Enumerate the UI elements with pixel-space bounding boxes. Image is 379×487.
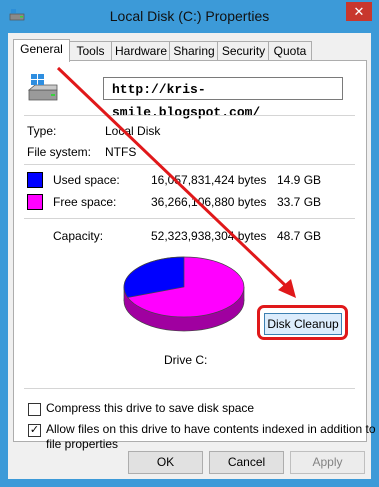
ok-button[interactable]: OK	[128, 451, 203, 474]
local-disk-icon	[27, 74, 58, 101]
index-label-line1: Allow files on this drive to have conten…	[46, 422, 376, 436]
dialog-client: General Tools Hardware Sharing Security …	[8, 33, 376, 479]
close-button[interactable]: ✕	[346, 2, 372, 21]
used-space-label: Used space:	[53, 173, 120, 187]
free-space-size: 33.7 GB	[277, 195, 322, 209]
used-space-size: 14.9 GB	[277, 173, 322, 187]
used-space-swatch	[27, 172, 43, 188]
cancel-button[interactable]: Cancel	[209, 451, 284, 474]
volume-name-input[interactable]: http://kris-smile.blogspot.com/	[103, 77, 343, 120]
tab-hardware[interactable]: Hardware	[111, 41, 171, 61]
used-space-bytes: 16,057,831,424 bytes	[151, 173, 267, 187]
tab-tools[interactable]: Tools	[68, 41, 113, 61]
apply-button[interactable]: Apply	[290, 451, 365, 474]
compress-label: Compress this drive to save disk space	[46, 401, 255, 415]
divider	[24, 115, 355, 116]
tab-quota[interactable]: Quota	[268, 41, 312, 61]
capacity-size: 48.7 GB	[277, 229, 322, 243]
highlight-ring	[257, 305, 348, 340]
tab-sharing[interactable]: Sharing	[169, 41, 219, 61]
index-checkbox[interactable]: ✓	[28, 424, 41, 437]
drive-label: Drive C:	[164, 353, 208, 367]
free-space-swatch	[27, 194, 43, 210]
properties-window: Local Disk (C:) Properties ✕ General Too…	[0, 0, 379, 487]
tab-general[interactable]: General	[13, 39, 70, 62]
file-system-label: File system:	[27, 145, 92, 159]
free-space-bytes: 36,266,106,880 bytes	[151, 195, 267, 209]
file-system-value: NTFS	[105, 145, 137, 159]
type-value: Local Disk	[105, 124, 161, 138]
disk-usage-pie	[123, 256, 245, 332]
window-title: Local Disk (C:) Properties	[109, 8, 270, 24]
divider	[24, 388, 355, 389]
capacity-bytes: 52,323,938,304 bytes	[151, 229, 267, 243]
tab-security[interactable]: Security	[217, 41, 270, 61]
general-panel: http://kris-smile.blogspot.com/ Type: Lo…	[13, 60, 376, 451]
type-label: Type:	[27, 124, 57, 138]
compress-checkbox[interactable]	[28, 403, 41, 416]
divider	[24, 164, 355, 165]
capacity-label: Capacity:	[53, 229, 104, 243]
divider	[24, 218, 355, 219]
free-space-label: Free space:	[53, 195, 117, 209]
title-bar[interactable]: Local Disk (C:) Properties ✕	[1, 1, 378, 33]
index-label-line2: file properties	[46, 437, 119, 451]
